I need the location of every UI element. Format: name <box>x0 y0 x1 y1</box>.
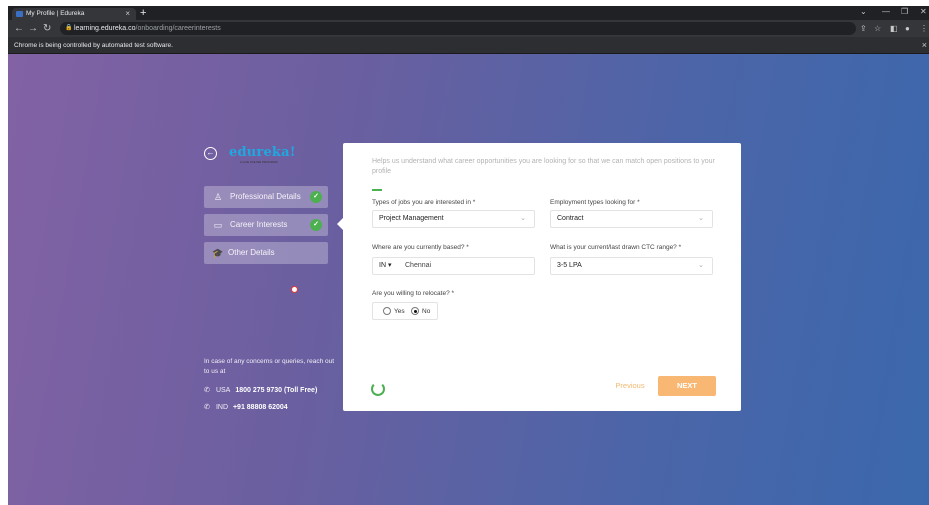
step-label: Other Details <box>228 248 275 257</box>
tab-close-icon[interactable]: × <box>125 8 130 20</box>
address-bar[interactable]: 🔒 learning.edureka.co/onboarding/careeri… <box>60 22 856 35</box>
check-icon: ✓ <box>310 219 322 231</box>
loading-spinner-icon <box>371 382 385 396</box>
employment-types-value: Contract <box>557 215 584 222</box>
employment-types-label: Employment types looking for * <box>550 199 640 206</box>
step-label: Professional Details <box>230 192 301 201</box>
automation-infobar: Chrome is being controlled by automated … <box>8 37 929 54</box>
profile-icon[interactable]: ● <box>905 23 910 34</box>
contact-number[interactable]: +91 88808 62004 <box>233 404 288 411</box>
tab-search-icon[interactable]: ⌄ <box>860 6 867 18</box>
contact-ind: ✆ IND +91 88808 62004 <box>204 403 288 413</box>
url-path: /onboarding/careerinterests <box>135 25 221 32</box>
chevron-down-icon: ⌄ <box>698 262 704 269</box>
country-code-select[interactable]: IN ▾ <box>379 258 391 274</box>
next-button[interactable]: NEXT <box>658 376 716 396</box>
window-close-icon[interactable]: ✕ <box>920 6 927 18</box>
ctc-select[interactable]: 3-5 LPA ⌄ <box>550 257 713 275</box>
location-label: Where are you currently based? * <box>372 244 469 251</box>
help-text: Helps us understand what career opportun… <box>372 158 715 175</box>
job-types-select[interactable]: Project Management ⌄ <box>372 210 535 228</box>
back-arrow-icon[interactable]: ← <box>14 22 24 35</box>
mouse-cursor-marker <box>291 286 298 293</box>
relocate-yes-radio[interactable] <box>383 307 391 315</box>
relocate-no-label[interactable]: No <box>422 303 430 320</box>
briefcase-icon: ▭ <box>213 220 223 230</box>
browser-tab[interactable]: My Profile | Edureka × <box>12 8 136 20</box>
infobar-close-icon[interactable]: × <box>922 37 927 54</box>
maximize-icon[interactable]: ❐ <box>901 6 908 18</box>
minimize-icon[interactable]: — <box>882 6 890 18</box>
employment-types-select[interactable]: Contract ⌄ <box>550 210 713 228</box>
lock-icon: 🔒 <box>65 25 73 31</box>
step-label: Career Interests <box>230 220 288 229</box>
career-interests-form: Helps us understand what career opportun… <box>343 143 741 411</box>
onboarding-page: ← edureka! A LIVE ONLINE PROGRAM ♙ Profe… <box>8 54 929 505</box>
ctc-label: What is your current/last drawn CTC rang… <box>550 244 682 251</box>
forward-arrow-icon[interactable]: → <box>28 22 38 35</box>
step-professional-details[interactable]: ♙ Professional Details ✓ <box>204 186 328 208</box>
url-host: learning.edureka.co <box>74 25 136 32</box>
back-circle-icon[interactable]: ← <box>204 147 217 160</box>
contact-country: IND <box>215 404 229 411</box>
tab-strip: My Profile | Edureka × + ⌄ — ❐ ✕ <box>8 6 929 20</box>
step-career-interests[interactable]: ▭ Career Interests ✓ <box>204 214 328 236</box>
edureka-logo: edureka! <box>229 145 296 160</box>
job-types-label: Types of jobs you are interested in * <box>372 199 476 206</box>
phone-icon: ✆ <box>204 404 210 411</box>
graduation-cap-icon: 🎓 <box>212 248 224 258</box>
step-other-details[interactable]: 🎓 Other Details <box>204 242 328 264</box>
phone-icon: ✆ <box>204 387 210 394</box>
relocate-yes-label[interactable]: Yes <box>394 303 405 320</box>
logo-tagline: A LIVE ONLINE PROGRAM <box>240 160 278 164</box>
side-panel-icon[interactable]: ◧ <box>890 23 898 34</box>
check-icon: ✓ <box>310 191 322 203</box>
city-input[interactable]: Chennai <box>405 258 431 274</box>
edureka-favicon-icon <box>16 11 23 17</box>
accent-divider <box>372 189 382 191</box>
infobar-text: Chrome is being controlled by automated … <box>14 42 173 49</box>
relocate-radio-group: Yes No <box>372 302 438 320</box>
share-icon[interactable]: ⇪ <box>860 23 867 34</box>
bookmark-star-icon[interactable]: ☆ <box>874 23 881 34</box>
new-tab-button[interactable]: + <box>140 6 146 20</box>
relocate-label: Are you willing to relocate? * <box>372 290 455 297</box>
chevron-down-icon: ⌄ <box>520 215 526 222</box>
tab-title: My Profile | Edureka <box>26 10 85 17</box>
chevron-down-icon: ⌄ <box>698 215 704 222</box>
contact-note: In case of any concerns or queries, reac… <box>204 358 335 375</box>
previous-button[interactable]: Previous <box>605 376 655 396</box>
navigation-bar: ← → ↻ 🔒 learning.edureka.co/onboarding/c… <box>8 20 929 37</box>
location-field: IN ▾ Chennai <box>372 257 535 275</box>
reload-icon[interactable]: ↻ <box>43 22 51 35</box>
ctc-value: 3-5 LPA <box>557 262 582 269</box>
job-types-value: Project Management <box>379 215 444 222</box>
contact-usa: ✆ USA 1800 275 9730 (Toll Free) <box>204 386 317 396</box>
menu-kebab-icon[interactable]: ⋮ <box>920 23 928 34</box>
relocate-no-radio[interactable] <box>411 307 419 315</box>
person-icon: ♙ <box>213 192 223 202</box>
contact-country: USA <box>215 387 231 394</box>
contact-number[interactable]: 1800 275 9730 (Toll Free) <box>235 387 317 394</box>
browser-window: My Profile | Edureka × + ⌄ — ❐ ✕ ← → ↻ 🔒… <box>8 6 929 505</box>
